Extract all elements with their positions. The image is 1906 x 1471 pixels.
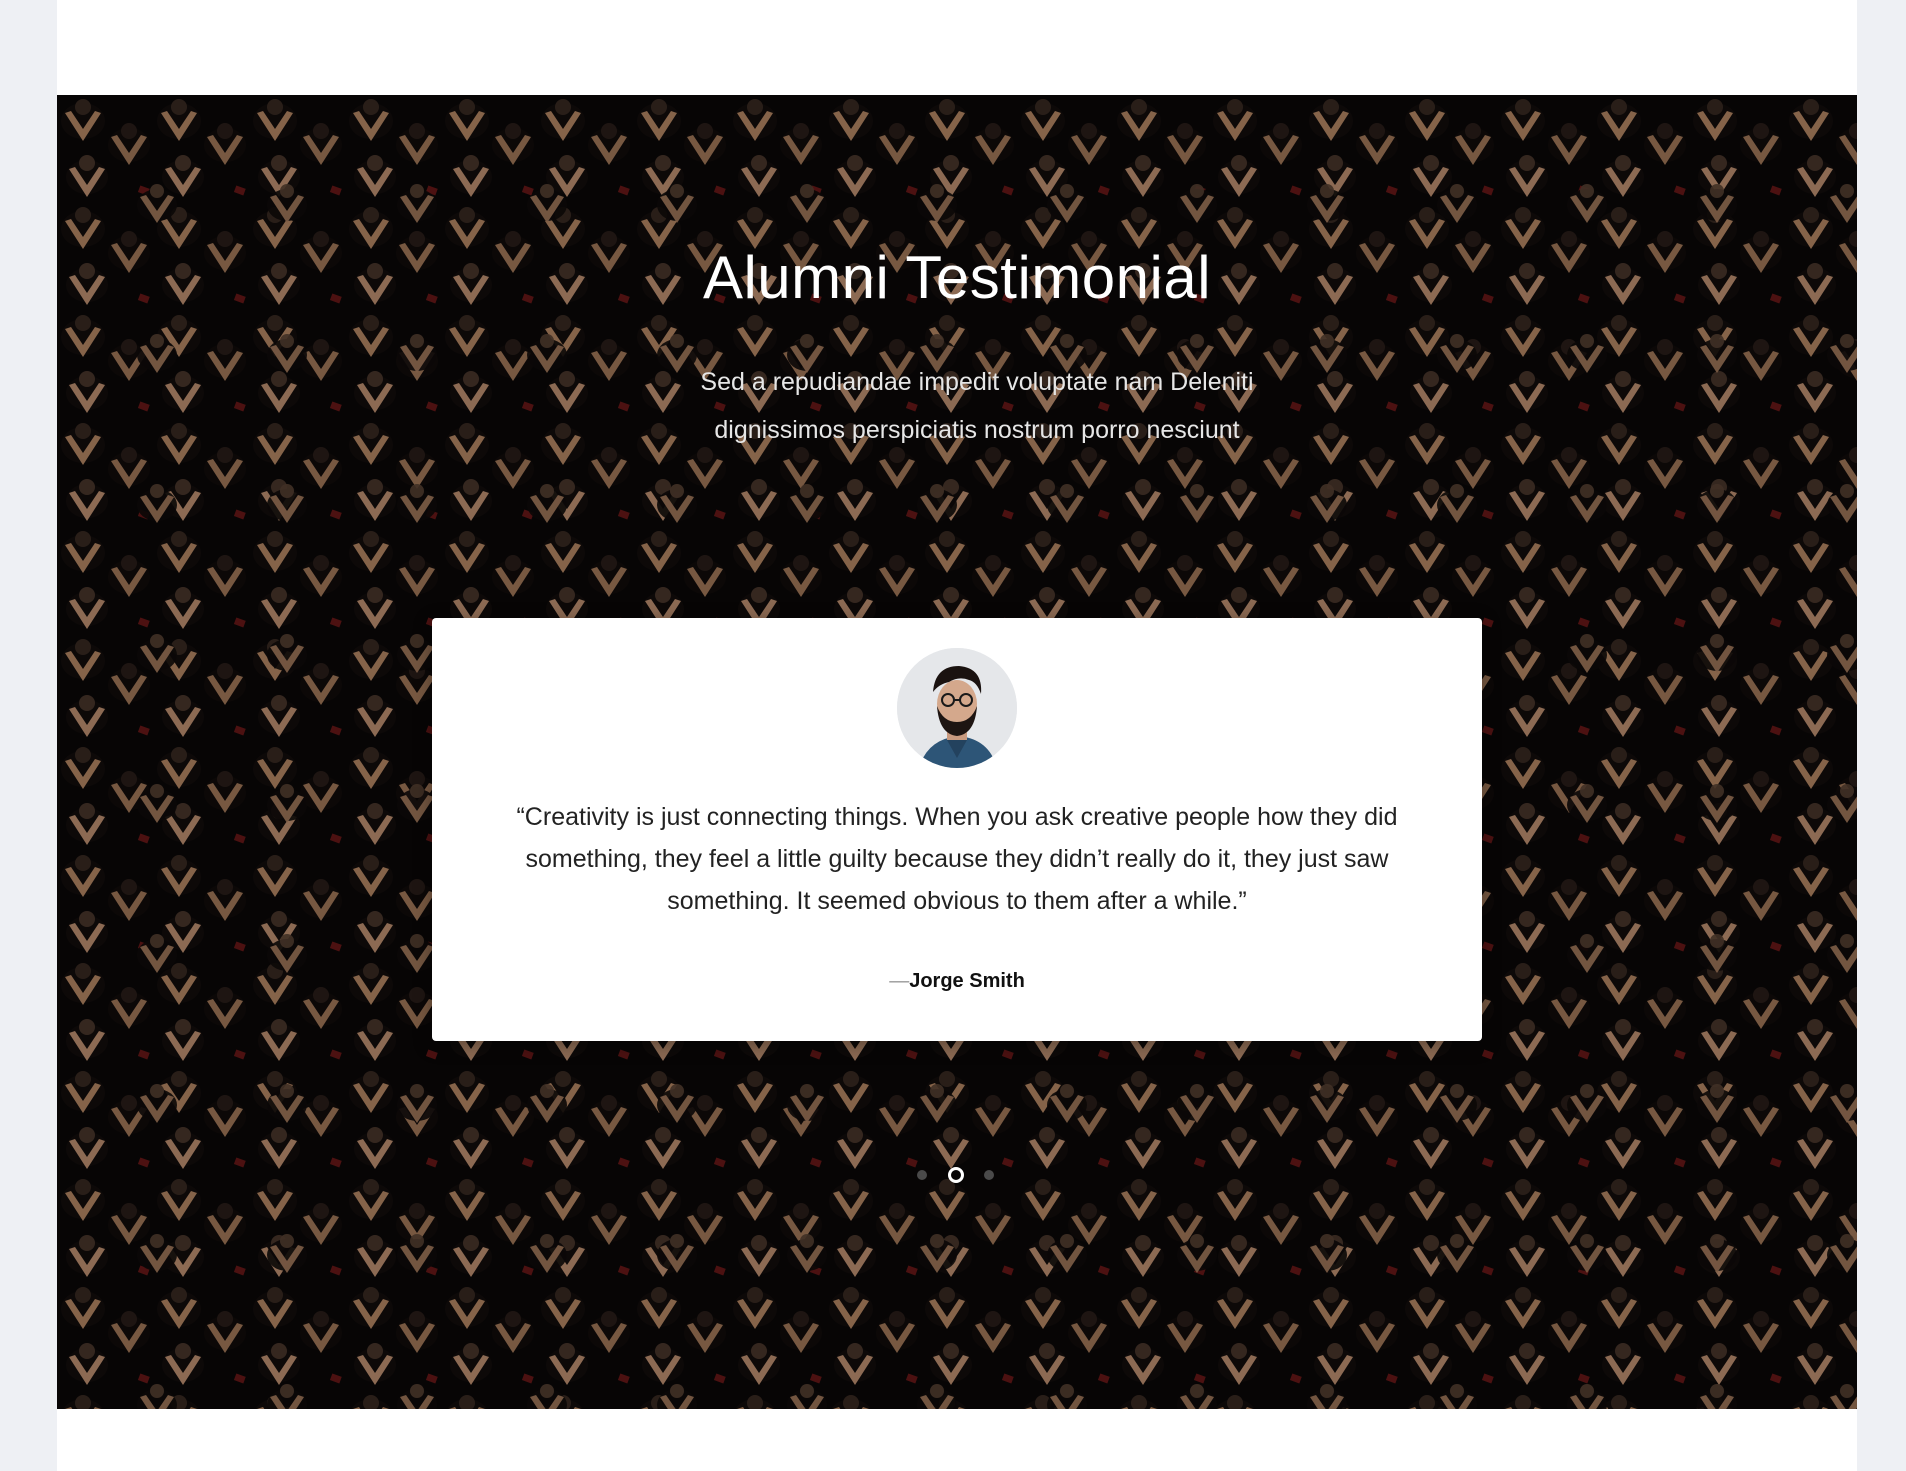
carousel-dot-1[interactable] xyxy=(917,1170,927,1180)
page: Alumni Testimonial Sed a repudiandae imp… xyxy=(57,0,1857,1471)
author-dash: — xyxy=(889,970,910,992)
carousel-dot-3[interactable] xyxy=(984,1170,994,1180)
testimonial-author: —Jorge Smith xyxy=(432,970,1482,993)
carousel-dot-2-active[interactable] xyxy=(948,1167,964,1183)
carousel-dots xyxy=(917,1167,997,1183)
testimonial-quote: “Creativity is just connecting things. W… xyxy=(516,803,1398,915)
section-subtitle: Sed a repudiandae impedit voluptate nam … xyxy=(700,368,1254,444)
author-avatar xyxy=(897,648,1017,768)
author-name: Jorge Smith xyxy=(909,970,1025,992)
testimonial-card: “Creativity is just connecting things. W… xyxy=(432,618,1482,1041)
section-title: Alumni Testimonial xyxy=(702,244,1212,311)
testimonial-section: Alumni Testimonial Sed a repudiandae imp… xyxy=(57,95,1857,1409)
